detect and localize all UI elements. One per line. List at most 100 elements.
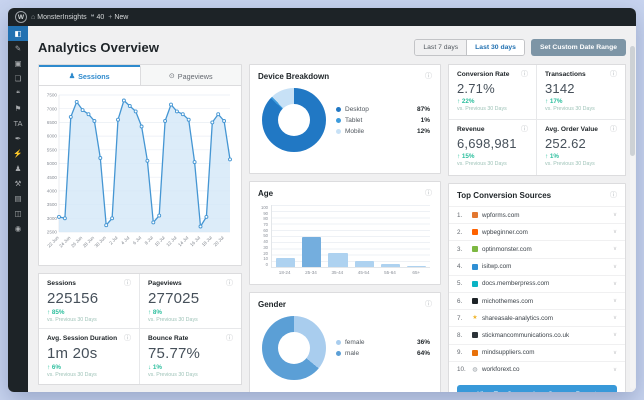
svg-text:6500: 6500: [47, 120, 58, 125]
sidebar-item-settings[interactable]: ▤: [8, 191, 28, 206]
chevron-down-icon[interactable]: ∨: [613, 298, 617, 304]
chevron-down-icon[interactable]: ∨: [613, 229, 617, 235]
sidebar-item-posts[interactable]: ✎: [8, 41, 28, 56]
chevron-down-icon[interactable]: ∨: [613, 332, 617, 338]
stat-label: Revenue: [457, 126, 485, 133]
admin-bar-site[interactable]: ⌂ MonsterInsights: [31, 14, 87, 21]
stat-value: 75.77%: [148, 345, 201, 362]
wordpress-logo-icon[interactable]: W: [15, 11, 27, 23]
device-legend: Desktop 87% Tablet 1% Mobile 12%: [336, 106, 430, 135]
stat-change: ↑ 6%: [47, 364, 61, 371]
stat-vs-label: vs. Previous 30 Days: [457, 161, 507, 167]
settings-icon: ▤: [14, 194, 22, 203]
legend-label: male: [345, 350, 360, 357]
chevron-down-icon[interactable]: ∨: [613, 212, 617, 218]
last-7-days-button[interactable]: Last 7 days: [415, 39, 467, 55]
gender-title: Gender: [258, 300, 287, 309]
age-category-label: 65+: [412, 270, 421, 275]
chevron-down-icon[interactable]: ∨: [613, 281, 617, 287]
stat-value: 2.71%: [457, 81, 495, 96]
gender-legend: female 36% male 64%: [336, 339, 430, 357]
info-icon[interactable]: ⓘ: [226, 335, 233, 342]
sidebar-item-analytics[interactable]: ◫: [8, 206, 28, 221]
sidebar-item-users[interactable]: ♟: [8, 161, 28, 176]
chevron-down-icon[interactable]: ∨: [613, 246, 617, 252]
legend-dot-icon: [336, 128, 341, 134]
source-row[interactable]: 1. wpforms.com ∨: [449, 206, 625, 223]
sidebar-item-appearance[interactable]: ✒: [8, 131, 28, 146]
sidebar-item-tools[interactable]: ⚒: [8, 176, 28, 191]
info-icon[interactable]: ⓘ: [425, 73, 432, 80]
svg-text:5500: 5500: [47, 147, 58, 152]
info-icon[interactable]: ⓘ: [521, 126, 528, 133]
stat-card-pageviews: Pageviews ⓘ 277025 ↑ 8% vs. Previous 30 Days: [140, 274, 241, 329]
scrollbar-thumb[interactable]: [630, 46, 635, 156]
tab-sessions[interactable]: ♟ Sessions: [39, 65, 140, 85]
age-category-label: 25-34: [305, 270, 317, 275]
pages-icon: ❏: [14, 74, 22, 83]
legend-value: 64%: [416, 350, 430, 357]
sidebar-item-ta-plugin[interactable]: TA: [8, 116, 28, 131]
info-icon[interactable]: ⓘ: [425, 190, 432, 197]
traffic-stats-grid: Sessions ⓘ 225156 ↑ 85% vs. Previous 30 Days…: [38, 273, 242, 385]
info-icon[interactable]: ⓘ: [610, 71, 617, 78]
page-title: Analytics Overview: [38, 39, 160, 55]
source-domain: mindsuppliers.com: [482, 349, 535, 357]
source-domain: michothemes.com: [482, 297, 534, 305]
info-icon[interactable]: ⓘ: [124, 335, 131, 342]
age-tick: 100: [261, 205, 268, 210]
chevron-down-icon[interactable]: ∨: [613, 264, 617, 270]
sidebar-item-feedback[interactable]: ⚑: [8, 101, 28, 116]
info-icon[interactable]: ⓘ: [425, 301, 432, 308]
stat-card-conversion-rate: Conversion Rate ⓘ 2.71% ↑ 22% vs. Previous 3…: [449, 65, 537, 120]
info-icon[interactable]: ⓘ: [610, 126, 617, 133]
admin-bar-new[interactable]: + New: [108, 14, 128, 21]
svg-text:22 Jun: 22 Jun: [46, 235, 60, 249]
info-icon[interactable]: ⓘ: [226, 280, 233, 287]
person-icon: ♟: [68, 73, 76, 80]
stat-change: ↑ 22%: [457, 98, 475, 105]
svg-text:4 Jul: 4 Jul: [120, 235, 130, 245]
source-row[interactable]: 7. ★ shareasale-analytics.com ∨: [449, 309, 625, 326]
source-row[interactable]: 5. docs.memberpress.com ∨: [449, 274, 625, 292]
chart-tabs: ♟ Sessions ⊙ Pageviews: [39, 65, 241, 86]
source-row[interactable]: 6. michothemes.com ∨: [449, 291, 625, 309]
source-row[interactable]: 8. stickmancommunications.co.uk ∨: [449, 326, 625, 343]
new-label: New: [114, 13, 129, 21]
chevron-down-icon[interactable]: ∨: [613, 350, 617, 356]
svg-text:2 Jul: 2 Jul: [108, 235, 118, 245]
sidebar-item-dashboard[interactable]: ◧: [8, 26, 28, 41]
tab-pageviews[interactable]: ⊙ Pageviews: [139, 65, 241, 85]
scrollbar[interactable]: [630, 46, 635, 389]
sidebar-item-collapse[interactable]: ◉: [8, 221, 28, 236]
info-icon[interactable]: ⓘ: [610, 192, 617, 199]
age-bar-18-24: [276, 257, 296, 267]
sidebar-item-pages[interactable]: ❏: [8, 71, 28, 86]
age-bar-55-64: [380, 263, 400, 267]
source-row[interactable]: 10. ◍ workforext.co ∨: [449, 360, 625, 378]
source-rank: 2.: [457, 228, 463, 236]
source-row[interactable]: 4. isitwp.com ∨: [449, 257, 625, 275]
svg-text:30 Jun: 30 Jun: [94, 235, 108, 249]
analytics-icon: ◫: [14, 209, 22, 218]
admin-bar-comments[interactable]: ❝ 40: [91, 13, 105, 22]
sidebar-item-comments[interactable]: ❝: [8, 86, 28, 101]
chevron-down-icon[interactable]: ∨: [613, 315, 617, 321]
last-30-days-button[interactable]: Last 30 days: [466, 39, 524, 55]
source-rank: 9.: [457, 349, 463, 357]
info-icon[interactable]: ⓘ: [521, 71, 528, 78]
stat-card-sessions: Sessions ⓘ 225156 ↑ 85% vs. Previous 30 Days: [39, 274, 140, 329]
device-legend-item: Mobile 12%: [336, 128, 430, 135]
stat-card-avg-order-value: Avg. Order Value ⓘ 252.62 ↑ 1% vs. Previous …: [537, 120, 625, 175]
age-bar-chart: 100 90 80 70 60 50 40 30 20 10 0 18-24 25-34 35-44 45…: [250, 201, 440, 283]
info-icon[interactable]: ⓘ: [124, 280, 131, 287]
view-top-conversion-sources-report-button[interactable]: View Top Conversions Sources Report: [457, 384, 617, 392]
sidebar-item-media[interactable]: ▣: [8, 56, 28, 71]
set-custom-date-range-button[interactable]: Set Custom Date Range: [530, 38, 626, 56]
age-category-label: 55-64: [384, 270, 396, 275]
source-row[interactable]: 3. optinmonster.com ∨: [449, 240, 625, 257]
source-row[interactable]: 2. wpbeginner.com ∨: [449, 223, 625, 240]
chevron-down-icon[interactable]: ∨: [613, 367, 617, 373]
source-row[interactable]: 9. mindsuppliers.com ∨: [449, 343, 625, 361]
sidebar-item-plugins[interactable]: ⚡: [8, 146, 28, 161]
